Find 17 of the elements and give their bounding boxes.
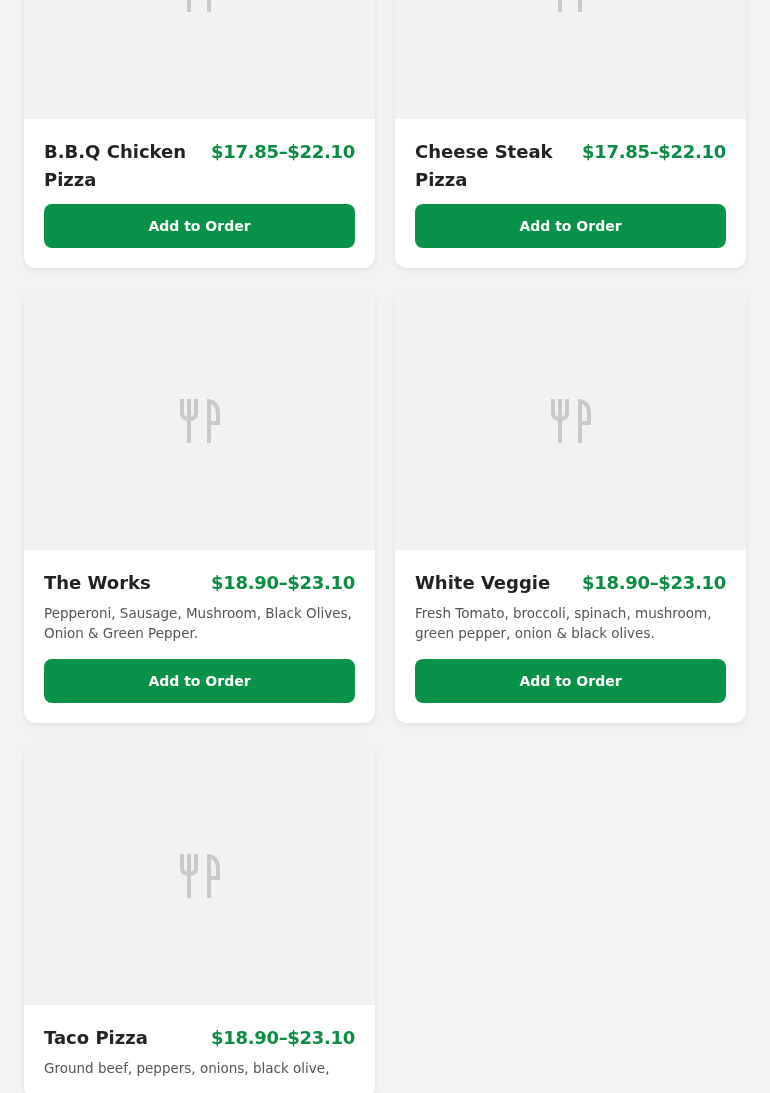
item-name: Cheese Steak Pizza xyxy=(415,140,554,192)
item-price: $18.90–$23.10 xyxy=(581,571,726,595)
add-to-order-button[interactable]: Add to Order xyxy=(44,204,355,248)
item-price: $18.90–$23.10 xyxy=(210,1026,355,1050)
add-to-order-button[interactable]: Add to Order xyxy=(415,204,726,248)
item-description: Pepperoni, Sausage, Mushroom, Black Olives, Onion & Green Pepper. xyxy=(44,604,353,643)
item-name: The Works xyxy=(44,571,151,595)
item-name: B.B.Q Chicken Pizza xyxy=(44,140,188,192)
add-to-order-button[interactable]: Add to Order xyxy=(415,659,726,703)
item-name: Taco Pizza xyxy=(44,1026,148,1050)
item-name: White Veggie xyxy=(415,571,551,595)
add-to-order-button[interactable]: Add to Order xyxy=(44,659,355,703)
item-price: $17.85–$22.10 xyxy=(581,140,726,164)
item-price: $18.90–$23.10 xyxy=(210,571,355,595)
item-description: Fresh Tomato, broccoli, spinach, mushroom, green pepper, onion & black olives. xyxy=(415,604,713,643)
item-price: $17.85–$22.10 xyxy=(210,140,355,164)
item-description: Ground beef, peppers, onions, black olive, xyxy=(44,1059,331,1078)
